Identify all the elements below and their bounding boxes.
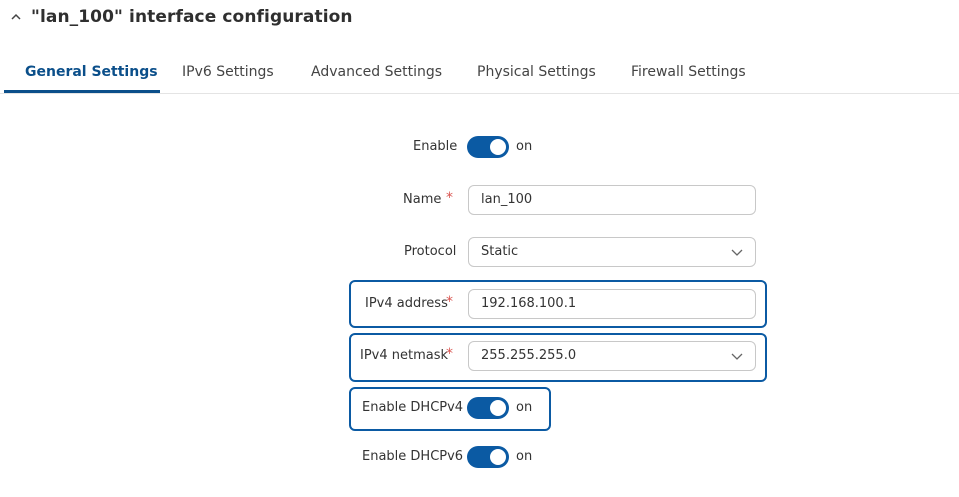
tab-ipv6-settings[interactable]: IPv6 Settings — [182, 52, 274, 92]
active-tab-indicator — [4, 90, 160, 93]
ipv4-netmask-select[interactable]: 255.255.255.0 — [468, 341, 756, 371]
tab-bar: General Settings IPv6 Settings Advanced … — [0, 52, 959, 94]
tab-firewall-settings[interactable]: Firewall Settings — [631, 52, 746, 92]
tab-physical-settings[interactable]: Physical Settings — [477, 52, 596, 92]
chevron-down-icon — [731, 353, 743, 360]
chevron-up-icon[interactable] — [9, 10, 23, 24]
enable-dhcpv4-state-text: on — [516, 400, 533, 415]
section-header[interactable]: "lan_100" interface configuration — [9, 4, 353, 30]
toggle-knob — [490, 400, 506, 416]
protocol-value: Static — [481, 244, 519, 259]
enable-dhcpv4-label: Enable DHCPv4 — [362, 400, 464, 415]
enable-dhcpv4-toggle[interactable] — [467, 397, 509, 419]
ipv4-address-input[interactable]: 192.168.100.1 — [468, 289, 756, 319]
enable-dhcpv6-label: Enable DHCPv6 — [362, 449, 464, 464]
toggle-knob — [490, 139, 506, 155]
enable-dhcpv6-toggle[interactable] — [467, 446, 509, 468]
enable-toggle[interactable] — [467, 136, 509, 158]
tab-general-settings[interactable]: General Settings — [25, 52, 158, 92]
page-title: "lan_100" interface configuration — [31, 7, 353, 27]
required-marker: * — [446, 346, 453, 362]
tab-advanced-settings[interactable]: Advanced Settings — [311, 52, 442, 92]
toggle-knob — [490, 449, 506, 465]
enable-state-text: on — [516, 139, 533, 154]
chevron-down-icon — [731, 249, 743, 256]
required-marker: * — [446, 190, 453, 206]
ipv4-netmask-label: IPv4 netmask — [360, 348, 449, 363]
ipv4-netmask-value: 255.255.255.0 — [481, 348, 577, 363]
protocol-select[interactable]: Static — [468, 237, 756, 267]
ipv4-address-label: IPv4 address — [365, 296, 448, 311]
protocol-label: Protocol — [404, 244, 457, 259]
enable-dhcpv6-state-text: on — [516, 449, 533, 464]
name-label: Name — [403, 192, 442, 207]
name-input[interactable]: lan_100 — [468, 185, 756, 215]
enable-label: Enable — [413, 139, 458, 154]
required-marker: * — [446, 294, 453, 310]
